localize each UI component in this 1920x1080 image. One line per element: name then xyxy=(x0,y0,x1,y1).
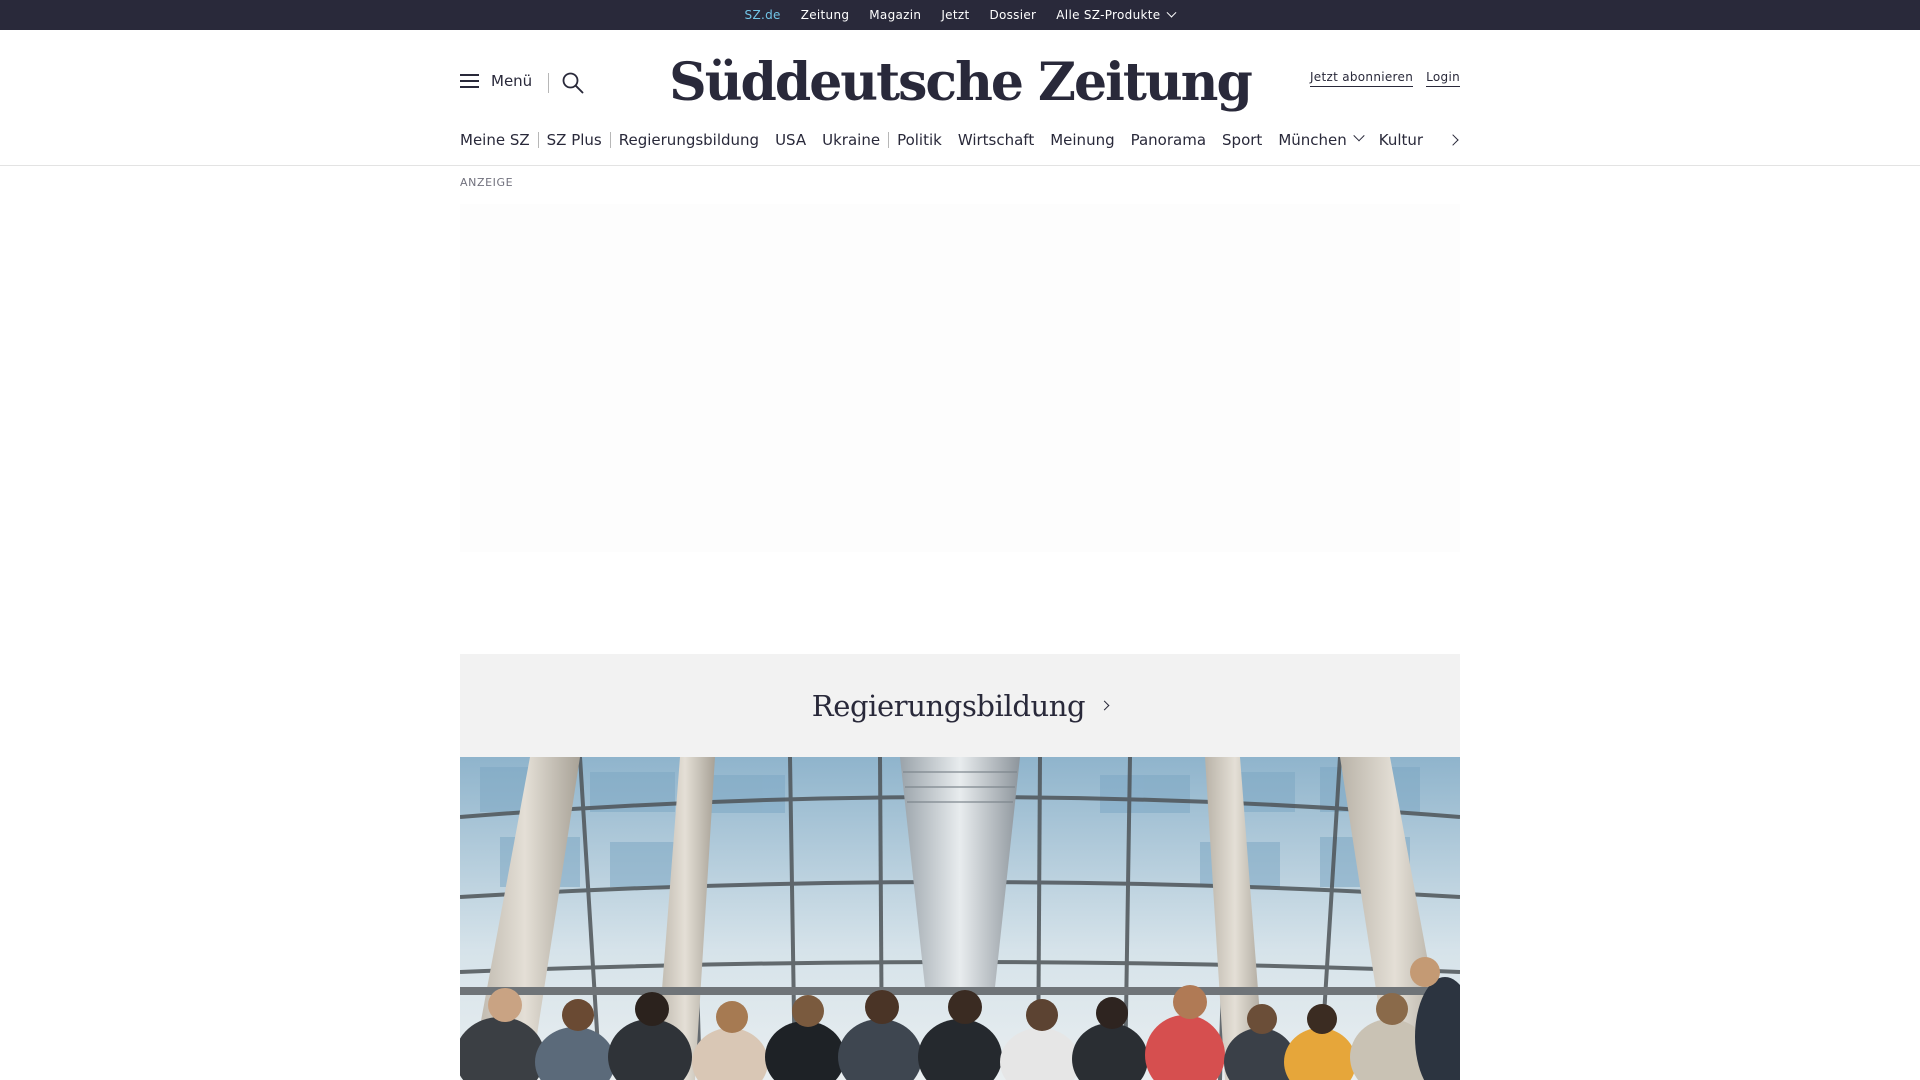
nav-item-sport[interactable]: Sport xyxy=(1214,131,1270,149)
nav-item-meinung[interactable]: Meinung xyxy=(1042,131,1122,149)
ad-label: ANZEIGE xyxy=(460,176,514,189)
product-bar: SZ.de Zeitung Magazin Jetzt Dossier Alle… xyxy=(0,0,1920,32)
nav-item-ukraine[interactable]: Ukraine xyxy=(814,131,888,149)
account-links: Jetzt abonnieren Login xyxy=(1309,70,1460,87)
product-link-magazin[interactable]: Magazin xyxy=(869,8,921,22)
nav-item-sz-plus[interactable]: SZ Plus xyxy=(539,131,610,149)
product-link-sz-de[interactable]: SZ.de xyxy=(745,8,781,32)
menu-label: Menü xyxy=(491,72,533,90)
section-nav: Meine SZ SZ Plus Regierungsbildung USA U… xyxy=(460,126,1460,154)
login-link[interactable]: Login xyxy=(1426,70,1460,87)
teaser-header[interactable]: Regierungsbildung xyxy=(460,654,1460,757)
nav-item-wirtschaft[interactable]: Wirtschaft xyxy=(950,131,1042,149)
site-logo[interactable]: Süddeutsche Zeitung xyxy=(660,48,1260,118)
search-icon[interactable] xyxy=(562,72,584,94)
nav-item-politik[interactable]: Politik xyxy=(889,131,950,149)
product-link-alle-sz-produkte[interactable]: Alle SZ-Produkte xyxy=(1056,8,1160,22)
chevron-down-icon xyxy=(1166,7,1177,18)
hamburger-icon xyxy=(460,73,479,89)
nav-item-panorama[interactable]: Panorama xyxy=(1123,131,1214,149)
teaser-image[interactable] xyxy=(460,757,1460,1080)
nav-item-meine-sz[interactable]: Meine SZ xyxy=(460,131,538,149)
ad-slot xyxy=(460,204,1460,552)
chevron-right-icon xyxy=(1447,134,1459,146)
product-link-dossier[interactable]: Dossier xyxy=(989,8,1036,22)
header-divider xyxy=(548,73,549,93)
product-link-zeitung[interactable]: Zeitung xyxy=(801,8,850,22)
chevron-down-icon xyxy=(1353,130,1365,142)
menu-button[interactable]: Menü xyxy=(460,72,532,90)
nav-item-muenchen[interactable]: München xyxy=(1278,131,1346,149)
all-products-dropdown[interactable]: Alle SZ-Produkte xyxy=(1056,7,1177,22)
reichstag-dome-photo xyxy=(460,757,1460,1080)
nav-scroll-right-button[interactable] xyxy=(1446,130,1466,150)
subscribe-link[interactable]: Jetzt abonnieren xyxy=(1309,70,1414,87)
nav-item-usa[interactable]: USA xyxy=(767,131,814,149)
chevron-right-icon xyxy=(1099,700,1110,711)
product-link-jetzt[interactable]: Jetzt xyxy=(941,8,969,22)
nav-item-kultur[interactable]: Kultur xyxy=(1371,131,1431,149)
teaser-title: Regierungsbildung xyxy=(811,688,1086,723)
nav-item-regierungsbildung[interactable]: Regierungsbildung xyxy=(611,131,767,149)
site-header: Menü Süddeutsche Zeitung Jetzt abonniere… xyxy=(0,30,1920,166)
nav-item-muenchen-dropdown[interactable]: München xyxy=(1270,130,1370,149)
